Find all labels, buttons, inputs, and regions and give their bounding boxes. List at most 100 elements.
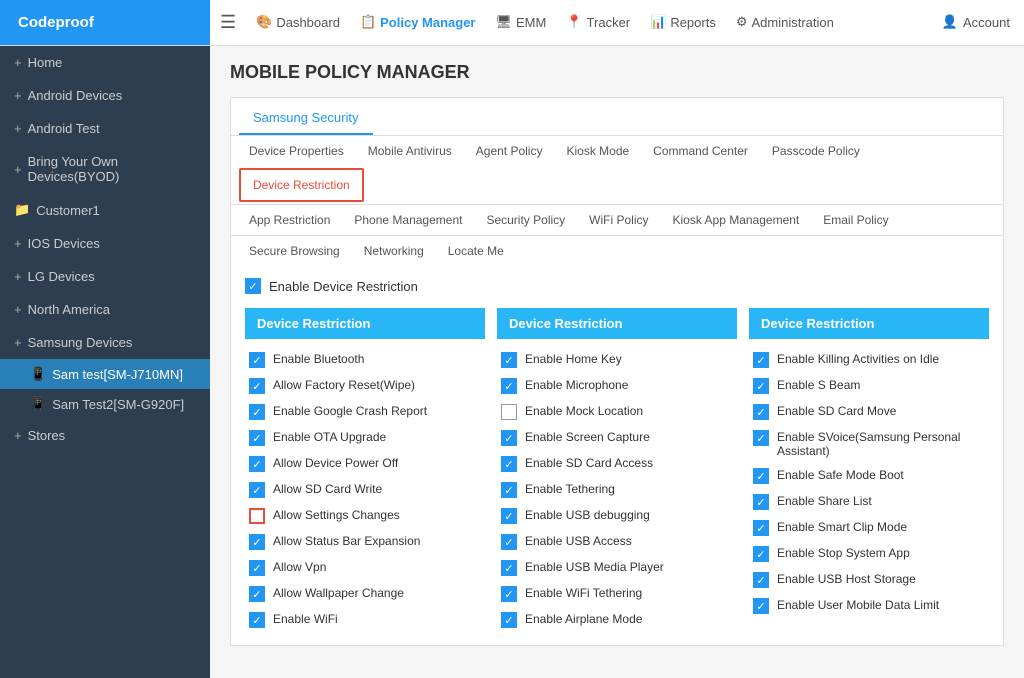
- admin-icon: ⚙: [736, 14, 748, 30]
- tab-networking[interactable]: Networking: [352, 236, 436, 266]
- brand-logo: Codeproof: [0, 0, 210, 45]
- column-1: Device Restriction ✓Enable Bluetooth✓All…: [245, 308, 485, 633]
- list-item: ✓Allow Vpn: [245, 555, 485, 581]
- plus-icon: +: [14, 428, 22, 443]
- enable-device-restriction-checkbox[interactable]: ✓: [245, 278, 261, 294]
- checkbox-checked[interactable]: ✓: [501, 534, 517, 550]
- sidebar-item-android-test[interactable]: + Android Test: [0, 112, 210, 145]
- sidebar-child-sam-test2-g920[interactable]: 📱 Sam Test2[SM-G920F]: [0, 389, 210, 419]
- sidebar-item-north-america[interactable]: + North America: [0, 293, 210, 326]
- checkbox-checked[interactable]: ✓: [501, 560, 517, 576]
- tab-mobile-antivirus[interactable]: Mobile Antivirus: [356, 136, 464, 166]
- checkbox-checked[interactable]: ✓: [501, 456, 517, 472]
- tab-device-properties[interactable]: Device Properties: [237, 136, 356, 166]
- tab-app-restriction[interactable]: App Restriction: [237, 205, 342, 235]
- tab-command-center[interactable]: Command Center: [641, 136, 760, 166]
- checkbox-checked[interactable]: ✓: [249, 534, 265, 550]
- list-item: ✓ Enable Smart Clip Mode: [749, 515, 989, 541]
- item-label: Enable OTA Upgrade: [273, 430, 386, 444]
- tab-row-3: Secure Browsing Networking Locate Me: [231, 236, 1003, 266]
- plus-icon: +: [14, 236, 22, 251]
- sidebar-item-stores[interactable]: + Stores: [0, 419, 210, 452]
- checkbox-checked[interactable]: ✓: [501, 430, 517, 446]
- list-item: ✓Enable Tethering: [497, 477, 737, 503]
- tab-kiosk-app-management[interactable]: Kiosk App Management: [661, 205, 812, 235]
- item-label: Enable Share List: [777, 494, 872, 508]
- nav-tracker[interactable]: 📍 Tracker: [556, 14, 640, 30]
- sidebar-item-byod[interactable]: + Bring Your Own Devices(BYOD): [0, 145, 210, 193]
- item-label: Allow Factory Reset(Wipe): [273, 378, 415, 392]
- item-label: Enable Google Crash Report: [273, 404, 427, 418]
- list-item: Enable Mock Location: [497, 399, 737, 425]
- checkbox-checked[interactable]: ✓: [753, 572, 769, 588]
- checkbox-checked[interactable]: ✓: [249, 586, 265, 602]
- list-item: ✓ Allow Device Power Off: [245, 451, 485, 477]
- sidebar-item-samsung-devices[interactable]: + Samsung Devices: [0, 326, 210, 359]
- checkbox-checked[interactable]: ✓: [249, 482, 265, 498]
- checkbox-checked[interactable]: ✓: [501, 352, 517, 368]
- tab-phone-management[interactable]: Phone Management: [342, 205, 474, 235]
- tab-wifi-policy[interactable]: WiFi Policy: [577, 205, 660, 235]
- checkbox-checked[interactable]: ✓: [249, 404, 265, 420]
- list-item: ✓Enable Safe Mode Boot: [749, 463, 989, 489]
- checkbox-checked[interactable]: ✓: [753, 352, 769, 368]
- sidebar-item-home[interactable]: + Home: [0, 46, 210, 79]
- checkbox-checked[interactable]: ✓: [501, 586, 517, 602]
- sidebar-item-customer1[interactable]: 📁 Customer1: [0, 193, 210, 227]
- tab-email-policy[interactable]: Email Policy: [811, 205, 900, 235]
- checkbox-checked[interactable]: ✓: [249, 378, 265, 394]
- tab-passcode-policy[interactable]: Passcode Policy: [760, 136, 872, 166]
- tab-agent-policy[interactable]: Agent Policy: [464, 136, 555, 166]
- checkbox-checked[interactable]: ✓: [249, 352, 265, 368]
- list-item: Allow Settings Changes: [245, 503, 485, 529]
- tab-samsung-security[interactable]: Samsung Security: [239, 102, 373, 135]
- checkbox-checked[interactable]: ✓: [753, 598, 769, 614]
- nav-administration[interactable]: ⚙ Administration: [726, 14, 844, 30]
- checkbox-checked[interactable]: ✓: [501, 612, 517, 628]
- nav-reports[interactable]: 📊 Reports: [640, 14, 726, 30]
- sidebar-item-android-devices[interactable]: + Android Devices: [0, 79, 210, 112]
- checkbox-checked[interactable]: ✓: [249, 612, 265, 628]
- tab-security-policy[interactable]: Security Policy: [474, 205, 577, 235]
- folder-icon: 📁: [14, 202, 30, 218]
- enable-device-restriction-row: ✓ Enable Device Restriction: [245, 278, 989, 294]
- list-item: ✓Enable Killing Activities on Idle: [749, 347, 989, 373]
- checkbox-checked[interactable]: ✓: [753, 468, 769, 484]
- hamburger-icon[interactable]: ☰: [220, 12, 236, 33]
- list-item: ✓Enable USB debugging: [497, 503, 737, 529]
- checkbox-checked[interactable]: ✓: [753, 378, 769, 394]
- tab-secure-browsing[interactable]: Secure Browsing: [237, 236, 352, 266]
- checkbox-checked[interactable]: ✓: [249, 560, 265, 576]
- checkbox-checked[interactable]: ✓: [249, 430, 265, 446]
- checkbox-checked[interactable]: ✓: [501, 508, 517, 524]
- tab-locate-me[interactable]: Locate Me: [436, 236, 516, 266]
- nav-policy-manager[interactable]: 📋 Policy Manager: [350, 14, 486, 30]
- sidebar-item-lg-devices[interactable]: + LG Devices: [0, 260, 210, 293]
- checkbox-checked[interactable]: ✓: [753, 494, 769, 510]
- emm-icon: 🖥: [496, 14, 513, 30]
- checkbox-checked[interactable]: ✓: [753, 404, 769, 420]
- list-item: ✓Enable WiFi: [245, 607, 485, 633]
- checkbox-unchecked[interactable]: [501, 404, 517, 420]
- policy-icon: 📋: [360, 14, 376, 30]
- checkbox-checked[interactable]: ✓: [753, 430, 769, 446]
- sidebar-item-ios-devices[interactable]: + IOS Devices: [0, 227, 210, 260]
- item-label: Allow Wallpaper Change: [273, 586, 404, 600]
- checkbox-checked[interactable]: ✓: [501, 378, 517, 394]
- checkbox-checked[interactable]: ✓: [753, 520, 769, 536]
- checkbox-checked[interactable]: ✓: [753, 546, 769, 562]
- item-label: Enable Smart Clip Mode: [777, 520, 907, 534]
- list-item: ✓Enable USB Host Storage: [749, 567, 989, 593]
- list-item: ✓Enable User Mobile Data Limit: [749, 593, 989, 619]
- sidebar-child-sam-test-j710[interactable]: 📱 Sam test[SM-J710MN]: [0, 359, 210, 389]
- tab-kiosk-mode[interactable]: Kiosk Mode: [554, 136, 641, 166]
- item-label: Enable Airplane Mode: [525, 612, 642, 626]
- nav-dashboard[interactable]: 🎨 Dashboard: [246, 14, 350, 30]
- account-menu[interactable]: 👤 Account: [928, 14, 1024, 30]
- item-label: Allow Device Power Off: [273, 456, 398, 470]
- checkbox-checked[interactable]: ✓: [501, 482, 517, 498]
- checkbox-checked[interactable]: ✓: [249, 456, 265, 472]
- nav-emm[interactable]: 🖥 EMM: [486, 14, 557, 30]
- tab-device-restriction[interactable]: Device Restriction: [239, 168, 364, 202]
- checkbox-unchecked-highlight[interactable]: [249, 508, 265, 524]
